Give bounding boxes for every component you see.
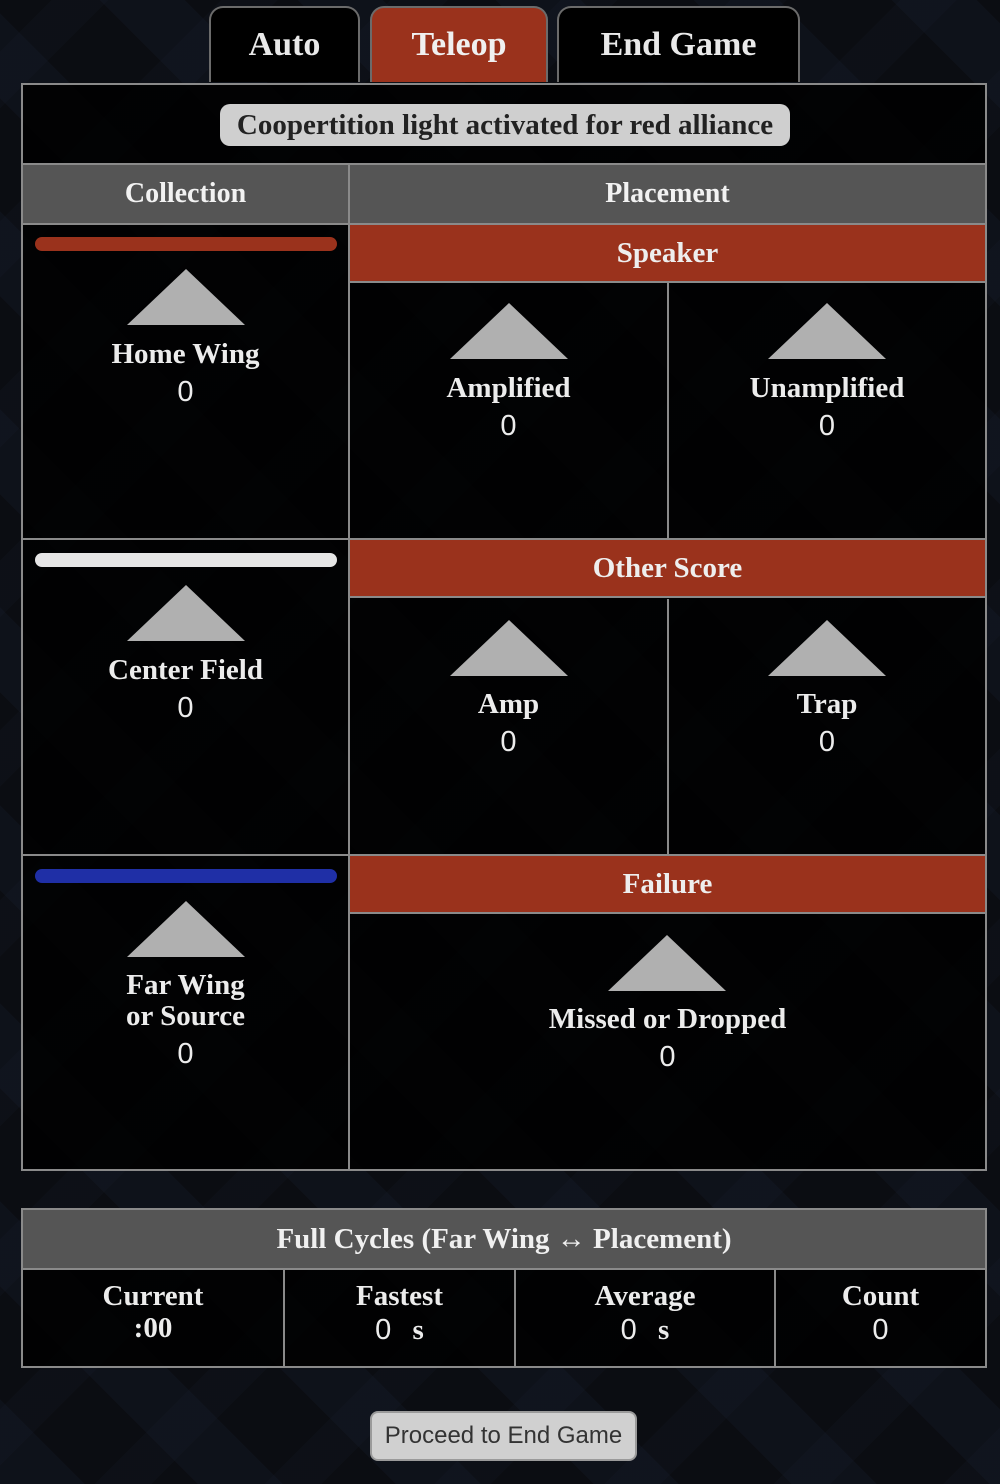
unamplified-increment-button[interactable] xyxy=(768,303,886,359)
fastest-value-row: 0 s xyxy=(285,1314,514,1347)
unamplified-count: 0 xyxy=(818,410,836,442)
cycles-count: Count 0 xyxy=(776,1270,985,1366)
current-label: Current xyxy=(102,1280,204,1312)
tab-teleop[interactable]: Teleop xyxy=(370,6,548,82)
missed-increment-button[interactable] xyxy=(608,935,726,991)
cycles-table: Full Cycles (Far Wing ↔ Placement) Curre… xyxy=(21,1208,987,1368)
far-wing-label-line2: or Source xyxy=(126,1000,245,1032)
amplified-increment-button[interactable] xyxy=(450,303,568,359)
failure-header: Failure xyxy=(350,856,985,914)
banner-row: Coopertition light activated for red all… xyxy=(23,85,985,165)
trap-label: Trap xyxy=(796,688,858,720)
missed-count: 0 xyxy=(659,1041,676,1073)
coopertition-banner: Coopertition light activated for red all… xyxy=(220,104,790,146)
amp-cell: Amp 0 xyxy=(350,599,667,854)
far-wing-color-bar xyxy=(35,869,337,883)
cycles-current: Current :00 xyxy=(23,1270,283,1366)
fastest-value: 0 xyxy=(375,1314,392,1346)
home-wing-color-bar xyxy=(35,237,337,251)
far-wing-cell: Far Wing or Source 0 xyxy=(23,856,348,1171)
speaker-header: Speaker xyxy=(350,225,985,283)
amplified-cell: Amplified 0 xyxy=(350,283,667,538)
center-field-increment-button[interactable] xyxy=(127,585,245,641)
other-score-header: Other Score xyxy=(350,540,985,598)
center-field-label: Center Field xyxy=(108,654,263,686)
home-wing-cell: Home Wing 0 xyxy=(23,225,348,538)
amp-increment-button[interactable] xyxy=(450,620,568,676)
placement-header: Placement xyxy=(350,165,985,225)
fastest-unit: s xyxy=(412,1314,424,1346)
trap-cell: Trap 0 xyxy=(669,599,985,854)
tab-end-game[interactable]: End Game xyxy=(557,6,800,82)
amp-label: Amp xyxy=(477,688,540,720)
average-value-row: 0 s xyxy=(516,1314,774,1347)
cycles-header: Full Cycles (Far Wing ↔ Placement) xyxy=(23,1210,985,1270)
missed-cell: Missed or Dropped 0 xyxy=(350,914,985,1171)
missed-label: Missed or Dropped xyxy=(548,1003,787,1035)
unamplified-cell: Unamplified 0 xyxy=(669,283,985,538)
center-field-count: 0 xyxy=(177,692,194,724)
center-field-color-bar xyxy=(35,553,337,567)
far-wing-label: Far Wing xyxy=(126,969,245,1001)
far-wing-increment-button[interactable] xyxy=(127,901,245,957)
count-label: Count xyxy=(841,1280,920,1312)
scoring-grid: Coopertition light activated for red all… xyxy=(21,83,987,1171)
amplified-count: 0 xyxy=(500,410,517,442)
tab-bar: Auto Teleop End Game xyxy=(0,6,1000,84)
proceed-to-end-game-button[interactable]: Proceed to End Game xyxy=(370,1411,637,1461)
average-label: Average xyxy=(594,1280,696,1312)
far-wing-count: 0 xyxy=(177,1038,194,1070)
amp-count: 0 xyxy=(500,726,517,758)
home-wing-label: Home Wing xyxy=(111,338,260,370)
trap-increment-button[interactable] xyxy=(768,620,886,676)
unamplified-label: Unamplified xyxy=(749,372,905,404)
home-wing-increment-button[interactable] xyxy=(127,269,245,325)
average-value: 0 xyxy=(620,1314,637,1346)
count-value: 0 xyxy=(872,1314,889,1346)
cycles-average: Average 0 s xyxy=(516,1270,774,1366)
collection-header: Collection xyxy=(23,165,350,225)
amplified-label: Amplified xyxy=(446,372,571,404)
current-value: :00 xyxy=(133,1312,173,1344)
cycles-fastest: Fastest 0 s xyxy=(285,1270,514,1366)
center-field-cell: Center Field 0 xyxy=(23,540,348,853)
home-wing-count: 0 xyxy=(177,376,194,408)
trap-count: 0 xyxy=(818,726,836,758)
tab-auto[interactable]: Auto xyxy=(209,6,360,82)
average-unit: s xyxy=(658,1314,670,1346)
fastest-label: Fastest xyxy=(356,1280,443,1312)
